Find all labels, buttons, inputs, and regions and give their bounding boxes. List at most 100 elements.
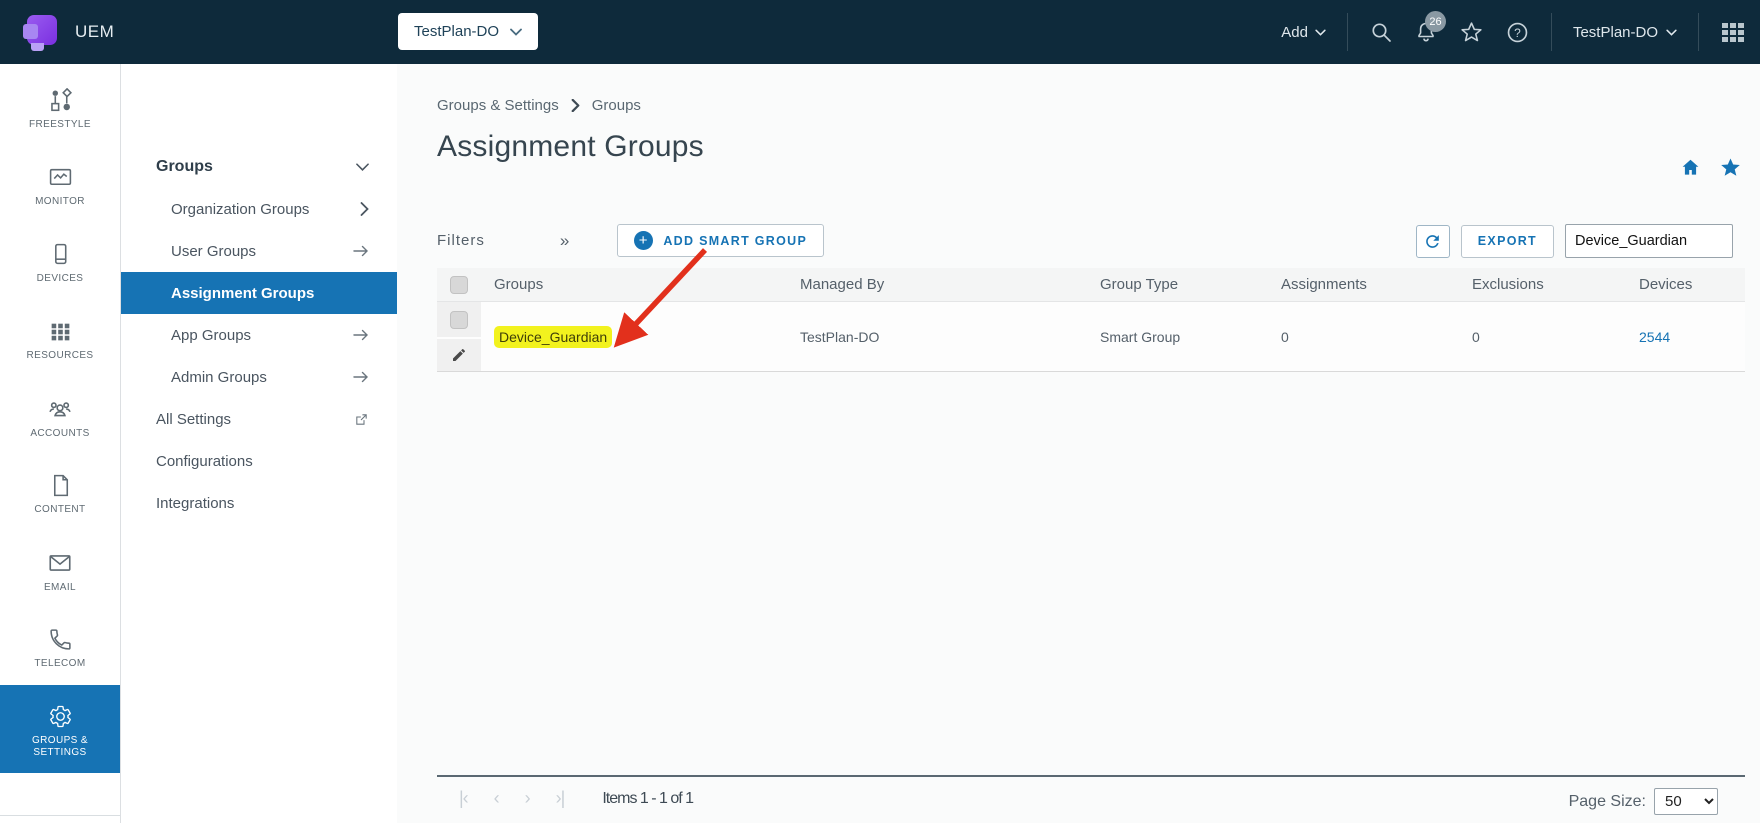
submenu-item-user-groups[interactable]: User Groups (121, 230, 397, 272)
sidebar-item-groups-settings[interactable]: GROUPS & SETTINGS (0, 685, 120, 773)
submenu-item-organization-groups[interactable]: Organization Groups (121, 188, 397, 230)
table-header-row: Groups Managed By Group Type Assignments… (437, 268, 1745, 302)
monitor-icon (48, 165, 73, 190)
accounts-icon (47, 396, 73, 422)
groups-settings-submenu: Groups Organization Groups User Groups A… (120, 64, 397, 823)
submenu-item-configurations[interactable]: Configurations (121, 440, 397, 482)
uem-logo-icon (22, 13, 60, 51)
export-button[interactable]: EXPORT (1461, 225, 1554, 258)
page-size-select[interactable]: 50 (1654, 788, 1718, 815)
column-header-assignments[interactable]: Assignments (1268, 276, 1459, 293)
submenu-item-integrations[interactable]: Integrations (121, 482, 397, 524)
search-input[interactable] (1565, 224, 1733, 258)
search-icon[interactable] (1369, 20, 1393, 44)
add-smart-group-label: ADD SMART GROUP (663, 234, 807, 248)
freestyle-icon (48, 88, 73, 113)
content-icon (48, 473, 73, 498)
row-checkbox[interactable] (450, 311, 468, 329)
sidebar-item-resources[interactable]: RESOURCES (0, 300, 120, 377)
submenu-header-groups[interactable]: Groups (121, 146, 397, 188)
brand: UEM (22, 13, 114, 51)
footer-divider (437, 775, 1745, 777)
chevron-down-icon (356, 163, 369, 172)
column-header-devices[interactable]: Devices (1626, 276, 1745, 293)
export-label: EXPORT (1478, 234, 1537, 248)
favorite-star-icon[interactable] (1719, 156, 1742, 179)
column-header-exclusions[interactable]: Exclusions (1459, 276, 1626, 293)
sidebar-item-monitor[interactable]: MONITOR (0, 146, 120, 223)
divider (1347, 13, 1348, 51)
sidebar-item-freestyle[interactable]: FREESTYLE (0, 69, 120, 146)
submenu-item-label: Configurations (156, 453, 253, 470)
filters-button[interactable]: Filters (437, 232, 485, 249)
add-smart-group-button[interactable]: + ADD SMART GROUP (617, 224, 824, 257)
sidebar-item-label: GROUPS & SETTINGS (14, 735, 106, 759)
sidebar-item-label: DEVICES (37, 273, 84, 285)
refresh-button[interactable] (1416, 225, 1450, 258)
group-name-link[interactable]: Device_Guardian (494, 326, 612, 348)
column-header-group-type[interactable]: Group Type (1087, 276, 1268, 293)
sidebar-item-label: ACCOUNTS (30, 428, 89, 440)
pagination: |‹ ‹ › ›| Items 1 - 1 of 1 (459, 788, 693, 809)
edit-row-button[interactable] (437, 337, 481, 371)
sidebar-item-devices[interactable]: DEVICES (0, 223, 120, 300)
group-type-cell: Smart Group (1087, 329, 1268, 345)
table-row: Device_Guardian TestPlan-DO Smart Group … (437, 302, 1745, 372)
app-grid-icon[interactable] (1720, 19, 1746, 45)
next-page-icon[interactable]: › (525, 788, 530, 809)
sidebar-item-content[interactable]: CONTENT (0, 454, 120, 531)
help-icon[interactable]: ? (1505, 20, 1530, 45)
telecom-icon (48, 627, 73, 652)
favorites-star-icon[interactable] (1459, 20, 1484, 45)
sidebar-item-email[interactable]: EMAIL (0, 531, 120, 608)
devices-icon (48, 242, 73, 267)
arrow-right-icon (353, 329, 369, 341)
sidebar-item-label: RESOURCES (27, 350, 94, 362)
sidebar-item-label: CONTENT (34, 504, 85, 516)
submenu-item-label: User Groups (171, 243, 256, 260)
main-sidebar: FREESTYLE MONITOR DEVICES RESOURCES ACCO… (0, 64, 120, 823)
column-header-managed-by[interactable]: Managed By (787, 276, 1087, 293)
submenu-item-all-settings[interactable]: All Settings (121, 398, 397, 440)
submenu-item-admin-groups[interactable]: Admin Groups (121, 356, 397, 398)
account-label: TestPlan-DO (1573, 24, 1658, 41)
chevron-right-icon (571, 99, 580, 112)
select-all-checkbox[interactable] (450, 276, 468, 294)
arrow-right-icon (353, 371, 369, 383)
items-count-text: Items 1 - 1 of 1 (602, 790, 693, 808)
devices-count-link[interactable]: 2544 (1639, 329, 1670, 345)
submenu-item-app-groups[interactable]: App Groups (121, 314, 397, 356)
submenu-item-label: App Groups (171, 327, 251, 344)
submenu-item-label: Integrations (156, 495, 234, 512)
previous-page-icon[interactable]: ‹ (494, 788, 499, 809)
chevron-down-icon (1666, 29, 1677, 36)
column-header-groups[interactable]: Groups (481, 276, 787, 293)
submenu-item-label: Assignment Groups (171, 285, 314, 302)
organization-group-selector[interactable]: TestPlan-DO (398, 13, 538, 50)
organization-group-label: TestPlan-DO (414, 23, 499, 40)
breadcrumb-parent[interactable]: Groups & Settings (437, 97, 559, 114)
submenu-item-label: All Settings (156, 411, 231, 428)
account-menu-button[interactable]: TestPlan-DO (1573, 24, 1677, 41)
sidebar-item-label: FREESTYLE (29, 119, 91, 131)
refresh-icon (1423, 232, 1442, 251)
arrow-right-icon (353, 245, 369, 257)
breadcrumb-current[interactable]: Groups (592, 97, 641, 114)
divider (1551, 13, 1552, 51)
submenu-header-label: Groups (156, 158, 213, 176)
breadcrumb: Groups & Settings Groups (437, 97, 641, 114)
first-page-icon[interactable]: |‹ (459, 788, 468, 809)
sidebar-item-label: TELECOM (34, 658, 85, 670)
home-icon[interactable] (1680, 157, 1701, 178)
plus-icon: + (634, 231, 653, 250)
add-menu-button[interactable]: Add (1281, 24, 1326, 41)
brand-name: UEM (75, 22, 114, 42)
filters-expand-icon[interactable]: » (560, 231, 569, 251)
resources-icon (48, 319, 73, 344)
submenu-item-assignment-groups[interactable]: Assignment Groups (121, 272, 397, 314)
sidebar-item-accounts[interactable]: ACCOUNTS (0, 377, 120, 454)
notifications-bell-icon[interactable]: 26 (1414, 20, 1438, 44)
pencil-icon (451, 347, 467, 363)
sidebar-item-telecom[interactable]: TELECOM (0, 608, 120, 685)
last-page-icon[interactable]: ›| (556, 788, 565, 809)
